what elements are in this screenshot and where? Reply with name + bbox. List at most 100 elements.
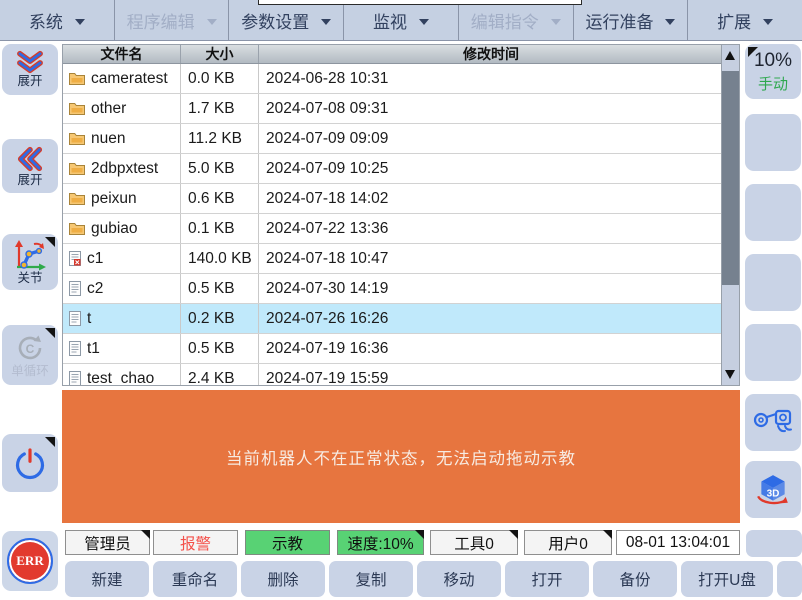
file-modified-cell: 2024-07-08 09:31 — [259, 94, 723, 123]
menu-label: 运行准备 — [585, 8, 653, 33]
file-size-cell: 11.2 KB — [181, 124, 259, 153]
corner-flag — [415, 530, 424, 539]
role-label: 管理员 — [84, 532, 131, 554]
move-button[interactable]: 移动 — [417, 561, 501, 597]
open-usb-button[interactable]: 打开U盘 — [681, 561, 773, 597]
user-frame-label: 用户0 — [548, 532, 588, 554]
table-row[interactable]: c1 140.0 KB 2024-07-18 10:47 — [63, 244, 723, 274]
file-name-cell: c1 — [63, 244, 181, 273]
status-user-frame[interactable]: 用户0 — [524, 530, 612, 555]
file-table: 文件名 大小 修改时间 cameratest 0.0 KB 2024-06-28… — [62, 44, 740, 386]
menu-item-monitor[interactable]: 监视 — [344, 0, 459, 40]
file-size-cell: 0.1 KB — [181, 214, 259, 243]
file-name: c2 — [87, 280, 103, 298]
view-3d-button[interactable]: 3D — [745, 461, 801, 518]
file-size-cell: 0.5 KB — [181, 334, 259, 363]
file-name-cell: 2dbpxtest — [63, 154, 181, 183]
chevron-down-icon — [419, 19, 429, 25]
file-modified-cell: 2024-07-09 09:09 — [259, 124, 723, 153]
menu-item-system[interactable]: 系统 — [0, 0, 115, 40]
file-modified-cell: 2024-07-09 10:25 — [259, 154, 723, 183]
table-row[interactable]: nuen 11.2 KB 2024-07-09 09:09 — [63, 124, 723, 154]
table-row[interactable]: test_chao 2.4 KB 2024-07-19 15:59 — [63, 364, 723, 386]
status-blank-stub — [746, 530, 802, 557]
file-name: cameratest — [91, 70, 168, 88]
table-row[interactable]: other 1.7 KB 2024-07-08 09:31 — [63, 94, 723, 124]
button-label: 打开U盘 — [698, 568, 756, 590]
err-icon: ERR — [7, 538, 53, 584]
file-modified-cell: 2024-07-30 14:19 — [259, 274, 723, 303]
backup-button[interactable]: 备份 — [593, 561, 677, 597]
double-chevron-down-icon — [15, 50, 45, 74]
folder-icon — [69, 132, 85, 145]
corner-flag — [748, 47, 758, 57]
status-tool[interactable]: 工具0 — [430, 530, 518, 555]
new-button[interactable]: 新建 — [65, 561, 149, 597]
file-name-cell: t — [63, 304, 181, 333]
warning-message-text: 当前机器人不在正常状态，无法启动拖动示教 — [226, 445, 576, 469]
error-button[interactable]: ERR — [2, 531, 58, 591]
document-icon — [69, 341, 81, 356]
document-icon — [69, 311, 81, 326]
svg-text:3D: 3D — [767, 488, 780, 499]
status-speed[interactable]: 速度:10% — [337, 530, 424, 555]
rename-button[interactable]: 重命名 — [153, 561, 237, 597]
softkey-blank-1 — [745, 114, 801, 171]
robot-teach-pendant-screen: 系统 程序编辑 参数设置 监视 编辑指令 运行准备 扩展 — [0, 0, 802, 600]
scrollbar-track[interactable] — [721, 45, 739, 385]
table-row[interactable]: t1 0.5 KB 2024-07-19 16:36 — [63, 334, 723, 364]
joint-label: 关节 — [17, 272, 42, 286]
status-role[interactable]: 管理员 — [65, 530, 150, 555]
scroll-up-icon[interactable] — [725, 51, 735, 60]
menu-item-extension[interactable]: 扩展 — [688, 0, 802, 40]
button-label: 删除 — [267, 568, 298, 590]
power-button[interactable] — [2, 434, 58, 492]
folder-icon — [69, 162, 85, 175]
scrollbar-thumb[interactable] — [722, 71, 739, 285]
table-row[interactable]: gubiao 0.1 KB 2024-07-22 13:36 — [63, 214, 723, 244]
folder-icon — [69, 192, 85, 205]
speed-mode-indicator[interactable]: 10% 手动 — [745, 44, 801, 99]
status-alarm[interactable]: 报警 — [153, 530, 238, 555]
expand-down-button[interactable]: 展开 — [2, 44, 58, 95]
table-row[interactable]: cameratest 0.0 KB 2024-06-28 10:31 — [63, 64, 723, 94]
file-modified-cell: 2024-07-22 13:36 — [259, 214, 723, 243]
drag-teach-button[interactable] — [745, 394, 801, 451]
table-row[interactable]: peixun 0.6 KB 2024-07-18 14:02 — [63, 184, 723, 214]
open-button[interactable]: 打开 — [505, 561, 589, 597]
speed-label: 速度:10% — [347, 532, 413, 554]
teach-mode-label: 示教 — [272, 532, 303, 554]
table-row[interactable]: t 0.2 KB 2024-07-26 16:26 — [63, 304, 723, 334]
table-row[interactable]: c2 0.5 KB 2024-07-30 14:19 — [63, 274, 723, 304]
expand-left-label: 展开 — [17, 174, 42, 188]
file-size-cell: 5.0 KB — [181, 154, 259, 183]
table-row[interactable]: 2dbpxtest 5.0 KB 2024-07-09 10:25 — [63, 154, 723, 184]
file-name: t — [87, 310, 91, 328]
file-name: nuen — [91, 130, 125, 148]
menu-label: 扩展 — [717, 8, 751, 33]
scroll-down-icon[interactable] — [725, 370, 735, 379]
file-name-cell: nuen — [63, 124, 181, 153]
file-name-cell: peixun — [63, 184, 181, 213]
joint-coordinate-button[interactable]: 关节 — [2, 234, 58, 290]
file-name: c1 — [87, 250, 103, 268]
copy-button[interactable]: 复制 — [329, 561, 413, 597]
three-d-cube-icon: 3D — [755, 472, 791, 508]
file-modified-cell: 2024-07-26 16:26 — [259, 304, 723, 333]
file-name: test_chao — [87, 370, 154, 387]
button-label: 备份 — [619, 568, 650, 590]
menu-item-run-preparation[interactable]: 运行准备 — [574, 0, 689, 40]
delete-button[interactable]: 删除 — [241, 561, 325, 597]
file-name-cell: c2 — [63, 274, 181, 303]
hidden-dialog-edge — [258, 0, 582, 5]
file-name-cell: t1 — [63, 334, 181, 363]
bottom-blank-stub — [777, 561, 802, 597]
document-icon — [69, 371, 81, 386]
button-label: 重命名 — [172, 568, 219, 590]
corner-flag — [45, 437, 55, 447]
menu-item-parameter-settings[interactable]: 参数设置 — [229, 0, 344, 40]
datetime-label: 08-01 13:04:01 — [626, 534, 730, 552]
file-size-cell: 140.0 KB — [181, 244, 259, 273]
expand-left-button[interactable]: 展开 — [2, 139, 58, 193]
file-name: 2dbpxtest — [91, 160, 158, 178]
